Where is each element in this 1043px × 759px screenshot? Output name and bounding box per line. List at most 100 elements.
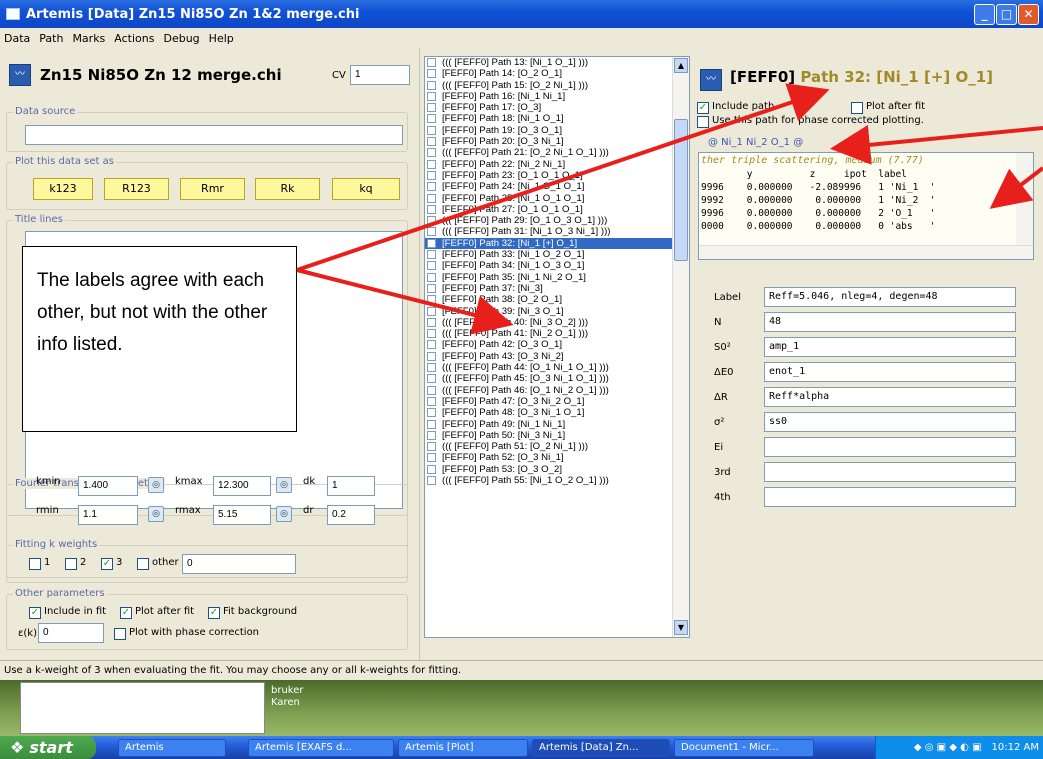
path-checkbox[interactable]	[427, 114, 436, 124]
epsilon-input[interactable]: 0	[38, 623, 104, 643]
background-window[interactable]: bruker Karen	[20, 682, 304, 734]
path-checkbox[interactable]	[427, 250, 436, 260]
path-list-item[interactable]: [FEFF0] Path 17: [O_3]	[425, 102, 689, 113]
maximize-button[interactable]: □	[996, 4, 1017, 25]
path-list-item[interactable]: [FEFF0] Path 43: [O_3 Ni_2]	[425, 351, 689, 362]
plot-kq-button[interactable]: kq	[332, 178, 400, 200]
path-list-item[interactable]: [FEFF0] Path 20: [O_3 Ni_1]	[425, 136, 689, 147]
param-e0-input[interactable]: enot_1	[764, 362, 1016, 382]
include-path-checkbox[interactable]: ✓	[697, 102, 709, 114]
path-checkbox[interactable]	[427, 69, 436, 79]
path-checkbox[interactable]	[427, 272, 436, 282]
path-text-vscroll[interactable]	[1016, 153, 1033, 245]
plot-rk-button[interactable]: Rk	[255, 178, 320, 200]
path-list-scrollbar[interactable]: ▲ ▼	[672, 57, 689, 637]
plot-r123-button[interactable]: R123	[104, 178, 169, 200]
path-checkbox[interactable]	[427, 182, 436, 192]
path-list-item[interactable]: [FEFF0] Path 34: [Ni_1 O_3 O_1]	[425, 260, 689, 271]
path-plot-after-fit-checkbox[interactable]	[851, 102, 863, 114]
param-3rd-input[interactable]	[764, 462, 1016, 482]
path-list-item[interactable]: [FEFF0] Path 14: [O_2 O_1]	[425, 68, 689, 79]
start-button[interactable]: ❖ start	[0, 736, 96, 759]
path-list-item[interactable]: ((( [FEFF0] Path 13: [Ni_1 O_1] )))	[425, 57, 689, 68]
param-label-input[interactable]: Reff=5.046, nleg=4, degen=48	[764, 287, 1016, 307]
path-checkbox[interactable]	[427, 283, 436, 293]
path-list-item[interactable]: ((( [FEFF0] Path 46: [O_1 Ni_2 O_1] )))	[425, 385, 689, 396]
path-list-item[interactable]: ((( [FEFF0] Path 31: [Ni_1 O_3 Ni_1] )))	[425, 226, 689, 237]
tray-icons[interactable]: ◆ ◎ ▣ ◆ ◐ ▣	[914, 742, 982, 753]
taskbar-item[interactable]: Artemis [Plot]	[398, 738, 528, 757]
path-checkbox[interactable]	[427, 408, 436, 418]
path-list-item[interactable]: ((( [FEFF0] Path 40: [Ni_3 O_2] )))	[425, 317, 689, 328]
close-button[interactable]: ✕	[1018, 4, 1039, 25]
menu-help[interactable]: Help	[209, 32, 234, 45]
scroll-down-icon[interactable]: ▼	[674, 620, 688, 635]
path-list-item[interactable]: [FEFF0] Path 37: [Ni_3]	[425, 283, 689, 294]
path-text-hscroll[interactable]	[699, 245, 1033, 259]
param-n-input[interactable]: 48	[764, 312, 1016, 332]
path-checkbox[interactable]	[427, 306, 436, 316]
minimize-button[interactable]: _	[974, 4, 995, 25]
path-list-item[interactable]: [FEFF0] Path 22: [Ni_2 Ni_1]	[425, 159, 689, 170]
path-list-item-selected[interactable]: [FEFF0] Path 32: [Ni_1 [+] O_1]	[425, 237, 689, 250]
path-checkbox[interactable]	[427, 453, 436, 463]
menu-debug[interactable]: Debug	[163, 32, 199, 45]
kweight-other-input[interactable]: 0	[182, 554, 296, 574]
path-list-item[interactable]: [FEFF0] Path 16: [Ni_1 Ni_1]	[425, 91, 689, 102]
path-checkbox[interactable]	[427, 137, 436, 147]
path-list-item[interactable]: [FEFF0] Path 33: [Ni_1 O_2 O_1]	[425, 249, 689, 260]
path-list-item[interactable]: ((( [FEFF0] Path 55: [Ni_1 O_2 O_1] )))	[425, 475, 689, 486]
path-checkbox[interactable]	[427, 295, 436, 305]
path-list-item[interactable]: [FEFF0] Path 18: [Ni_1 O_1]	[425, 113, 689, 124]
path-checkbox[interactable]	[427, 103, 436, 113]
path-list-item[interactable]: ((( [FEFF0] Path 45: [O_3 Ni_1 O_1] )))	[425, 373, 689, 384]
path-list-item[interactable]: [FEFF0] Path 53: [O_3 O_2]	[425, 464, 689, 475]
path-checkbox[interactable]	[427, 351, 436, 361]
feff-path-text[interactable]: ther triple scattering, medium (7.77) y …	[698, 152, 1034, 260]
path-list-item[interactable]: [FEFF0] Path 23: [O_1 O_1 O_1]	[425, 170, 689, 181]
path-list-item[interactable]: [FEFF0] Path 42: [O_3 O_1]	[425, 339, 689, 350]
cv-input[interactable]: 1	[350, 65, 410, 85]
param-s02-input[interactable]: amp_1	[764, 337, 1016, 357]
menu-marks[interactable]: Marks	[72, 32, 105, 45]
path-checkbox[interactable]	[427, 170, 436, 180]
path-checkbox[interactable]	[427, 216, 436, 226]
path-checkbox[interactable]	[427, 80, 436, 90]
plot-after-fit-checkbox[interactable]: ✓	[120, 607, 132, 619]
path-list-item[interactable]: [FEFF0] Path 24: [Ni_1 O_1 O_1]	[425, 181, 689, 192]
rmin-pick-icon[interactable]: ◎	[148, 506, 164, 522]
taskbar-item[interactable]: Artemis	[118, 738, 226, 757]
dr-input[interactable]: 0.2	[327, 505, 375, 525]
path-plot-icon[interactable]: 〰	[700, 69, 722, 91]
param-sigma2-input[interactable]: ss0	[764, 412, 1016, 432]
path-list-item[interactable]: [FEFF0] Path 35: [Ni_1 Ni_2 O_1]	[425, 272, 689, 283]
path-list-item[interactable]: [FEFF0] Path 48: [O_3 Ni_1 O_1]	[425, 407, 689, 418]
path-checkbox[interactable]	[427, 396, 436, 406]
menu-data[interactable]: Data	[4, 32, 30, 45]
path-list-item[interactable]: ((( [FEFF0] Path 41: [Ni_2 O_1] )))	[425, 328, 689, 339]
path-checkbox[interactable]	[427, 475, 436, 485]
path-checkbox[interactable]	[427, 227, 436, 237]
path-list-item[interactable]: ((( [FEFF0] Path 51: [O_2 Ni_1] )))	[425, 441, 689, 452]
taskbar-item-active[interactable]: Artemis [Data] Zn...	[532, 738, 670, 757]
param-4th-input[interactable]	[764, 487, 1016, 507]
path-checkbox[interactable]	[427, 204, 436, 214]
path-list-item[interactable]: [FEFF0] Path 49: [Ni_1 Ni_1]	[425, 419, 689, 430]
path-checkbox[interactable]	[427, 91, 436, 101]
menu-actions[interactable]: Actions	[114, 32, 154, 45]
path-list-item[interactable]: [FEFF0] Path 39: [Ni_3 O_1]	[425, 306, 689, 317]
path-checkbox[interactable]	[427, 58, 436, 67]
include-fit-checkbox[interactable]: ✓	[29, 607, 41, 619]
path-checkbox[interactable]	[427, 374, 436, 384]
path-checkbox[interactable]	[427, 148, 436, 158]
path-list-item[interactable]: [FEFF0] Path 52: [O_3 Ni_1]	[425, 452, 689, 463]
data-source-input[interactable]	[25, 125, 403, 145]
plot-icon[interactable]: 〰	[9, 64, 31, 86]
path-list[interactable]: ((( [FEFF0] Path 13: [Ni_1 O_1] ))) [FEFF…	[424, 56, 690, 638]
taskbar-item[interactable]: Artemis [EXAFS d...	[248, 738, 394, 757]
kmax-input[interactable]: 12.300	[213, 476, 271, 496]
path-list-item[interactable]: [FEFF0] Path 27: [O_1 O_1 O_1]	[425, 204, 689, 215]
path-list-item[interactable]: [FEFF0] Path 47: [O_3 Ni_2 O_1]	[425, 396, 689, 407]
path-checkbox[interactable]	[427, 159, 436, 169]
path-checkbox[interactable]	[427, 363, 436, 373]
